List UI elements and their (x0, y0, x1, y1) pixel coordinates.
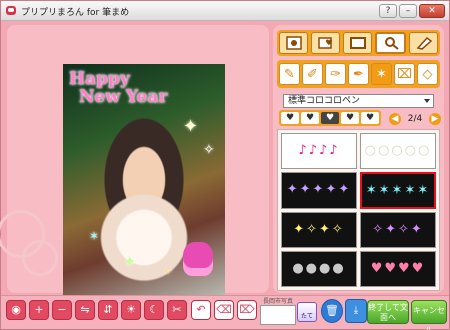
greeting-line-2: New Year (79, 87, 168, 107)
stamp-option[interactable]: ♪♪♪♪ (281, 133, 357, 170)
sparkle-stamp: ✦ (123, 252, 137, 271)
help-button[interactable]: ? (379, 4, 397, 18)
greeting-line-1: Happy (69, 69, 130, 89)
stamp-option[interactable]: ✦✧✦✧ (281, 211, 357, 248)
brightness-button[interactable]: ☀ (121, 300, 141, 320)
heart-card-icon[interactable] (311, 32, 340, 54)
vertical-button[interactable]: たて (297, 302, 317, 322)
pen-type-select[interactable]: 標準コロコロペン (283, 94, 434, 108)
size-option[interactable]: ♥ (281, 112, 299, 124)
stamp-option[interactable]: ✦✦✦✦✦ (281, 172, 357, 209)
pencil-icon[interactable]: ✎ (279, 63, 300, 85)
dragon-stamp (183, 242, 213, 276)
stamp-option[interactable]: ○○○○○ (360, 133, 436, 170)
flip-vertical-button[interactable]: ⇵ (98, 300, 118, 320)
category-tabs (277, 30, 440, 56)
finish-button[interactable]: 終了して文面へ (367, 300, 409, 324)
stamp-option-selected[interactable]: ✶✶✶✶✶ (360, 172, 436, 209)
size-option[interactable]: ♥ (301, 112, 319, 124)
greeting-text: Happy New Year (69, 70, 219, 106)
size-option[interactable]: ♥ (341, 112, 359, 124)
save-photo-thumb (260, 305, 296, 325)
zoom-in-button[interactable]: + (29, 300, 49, 320)
cancel-button[interactable]: キャンセル (411, 300, 447, 330)
cut-button[interactable]: ✂ (167, 300, 187, 320)
night-mode-button[interactable]: ☾ (144, 300, 164, 320)
app-logo-icon (6, 6, 16, 15)
eraser-icon[interactable] (409, 32, 438, 54)
stamp-option[interactable]: ●●●● (281, 250, 357, 287)
window-title: プリプリまろん for 筆まめ (21, 8, 130, 18)
marker-icon[interactable]: ✐ (302, 63, 323, 85)
chevron-down-icon (424, 99, 430, 103)
tool-row: ✎ ✐ ✑ ✒ ✶ ⌧ ◇ (277, 60, 440, 88)
sparkle-stamp-icon[interactable]: ✶ (371, 63, 392, 85)
stamp-option[interactable]: ✧✦✧✦ (360, 211, 436, 248)
pen-type-value: 標準コロコロペン (288, 96, 361, 106)
title-bar: プリプリまろん for 筆まめ ? – ✕ (1, 1, 449, 21)
fit-button[interactable]: ◉ (6, 300, 26, 320)
save-photo-box[interactable]: 長岡市写真 (260, 298, 296, 326)
size-option[interactable]: ♥ (361, 112, 379, 124)
wand-icon[interactable]: ✒ (348, 63, 369, 85)
decoration-panel: ✎ ✐ ✑ ✒ ✶ ⌧ ◇ 標準コロコロペン ♥ ♥ ♥ ♥ ♥ ◀ 2/4 ▶… (273, 25, 444, 293)
brush-size-selector: ♥ ♥ ♥ ♥ ♥ (279, 110, 381, 126)
size-option[interactable]: ♥ (321, 112, 339, 124)
close-button[interactable]: ✕ (419, 4, 445, 18)
erase-icon[interactable]: ◇ (417, 63, 438, 85)
sparkle-stamp: ✦ (183, 116, 199, 137)
page-indicator: 2/4 (407, 114, 423, 124)
trash-icon[interactable]: 🗑 (321, 299, 343, 323)
save-icon[interactable]: ⤓ (345, 299, 367, 323)
save-photo-caption: 長岡市写真 (262, 298, 293, 305)
undo-button[interactable]: ↶ (191, 300, 211, 320)
sparkle-stamp: ✧ (163, 264, 174, 278)
delete-stamp-button[interactable]: ⌫ (214, 300, 234, 320)
stamp-grid: ♪♪♪♪ ○○○○○ ✦✦✦✦✦ ✶✶✶✶✶ ✦✧✦✧ ✧✦✧✦ ●●●● ♥♥… (277, 129, 440, 291)
delete-pen-button[interactable]: ⌦ (237, 300, 257, 320)
next-page-button[interactable]: ▶ (428, 113, 441, 125)
frame-icon[interactable] (279, 32, 308, 54)
flip-horizontal-button[interactable]: ⇋ (75, 300, 95, 320)
app-window: プリプリまろん for 筆まめ ? – ✕ Happy New Year ✦ ✧… (0, 0, 450, 330)
prev-page-button[interactable]: ◀ (389, 113, 401, 125)
canvas-area: Happy New Year ✦ ✧ ✶ ✦ ✧ (0, 25, 269, 305)
rectangle-icon[interactable] (343, 32, 372, 54)
magic-brush-icon[interactable] (375, 32, 406, 54)
decoration-circle (22, 240, 58, 276)
sparkle-stamp: ✧ (203, 142, 215, 158)
brush-icon[interactable]: ✑ (325, 63, 346, 85)
fill-icon[interactable]: ⌧ (394, 63, 415, 85)
bottom-toolbar: ◉ + − ⇋ ⇵ ☀ ☾ ✂ ↶ ⌫ ⌦ 長岡市写真 たて 🗑 ⤓ 終了して文… (1, 295, 449, 330)
photo-canvas[interactable]: Happy New Year ✦ ✧ ✶ ✦ ✧ (63, 64, 225, 305)
minimize-button[interactable]: – (399, 4, 417, 18)
stamp-option[interactable]: ♥♥♥♥ (360, 250, 436, 287)
zoom-out-button[interactable]: − (52, 300, 72, 320)
sparkle-stamp: ✶ (89, 229, 100, 243)
stamp-pager: ◀ 2/4 ▶ (389, 112, 441, 126)
